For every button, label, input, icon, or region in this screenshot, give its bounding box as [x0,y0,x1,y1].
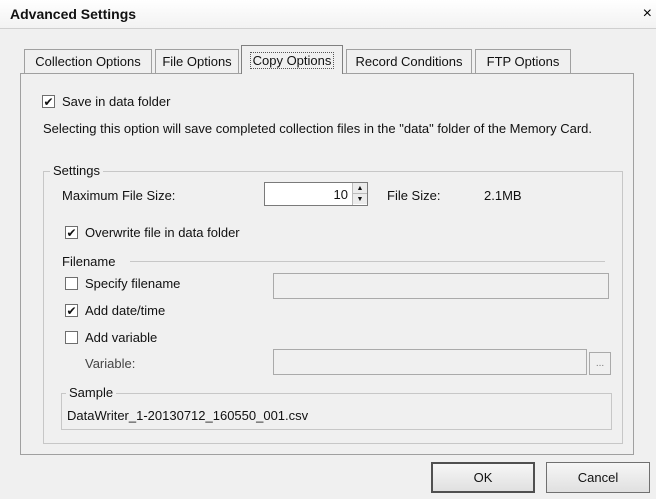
add-variable-checkbox[interactable] [65,331,78,344]
spin-down-icon[interactable]: ▼ [353,194,367,204]
ok-button[interactable]: OK [431,462,535,493]
window-title: Advanced Settings [10,6,137,22]
save-in-data-folder-label: Save in data folder [62,94,171,109]
tab-collection-options[interactable]: Collection Options [24,49,152,73]
tab-ftp-options[interactable]: FTP Options [475,49,571,73]
overwrite-checkbox[interactable]: ✔ [65,226,78,239]
max-file-size-label: Maximum File Size: [62,188,176,203]
add-datetime-checkbox[interactable]: ✔ [65,304,78,317]
specify-filename-label: Specify filename [85,276,181,291]
filename-divider [130,261,605,262]
sample-legend: Sample [66,385,117,400]
file-size-label: File Size: [387,188,441,203]
add-datetime-label: Add date/time [85,303,166,318]
tab-copy-options[interactable]: Copy Options [241,45,343,74]
file-size-value: 2.1MB [484,188,522,203]
close-icon[interactable]: × [643,5,652,23]
sample-filename: DataWriter_1-20130712_160550_001.csv [67,408,309,423]
check-icon: ✔ [43,94,54,109]
spin-buttons[interactable]: ▲ ▼ [352,183,367,205]
spin-up-icon[interactable]: ▲ [353,183,367,194]
tab-record-conditions[interactable]: Record Conditions [346,49,472,73]
overwrite-label: Overwrite file in data folder [85,225,240,240]
filename-heading: Filename [62,254,116,269]
variable-input[interactable] [273,349,587,375]
description-text: Selecting this option will save complete… [43,121,593,136]
cancel-button[interactable]: Cancel [546,462,650,493]
browse-variable-button[interactable]: ... [589,352,611,375]
check-icon: ✔ [66,303,77,318]
add-variable-label: Add variable [85,330,158,345]
settings-legend: Settings [50,163,103,178]
max-file-size-stepper[interactable]: 10 ▲ ▼ [264,182,368,206]
variable-label: Variable: [85,356,136,371]
max-file-size-value[interactable]: 10 [265,183,352,205]
save-in-data-folder-checkbox[interactable]: ✔ [42,95,55,108]
specify-filename-input[interactable] [273,273,609,299]
check-icon: ✔ [66,225,77,240]
tab-file-options[interactable]: File Options [155,49,239,73]
specify-filename-checkbox[interactable] [65,277,78,290]
